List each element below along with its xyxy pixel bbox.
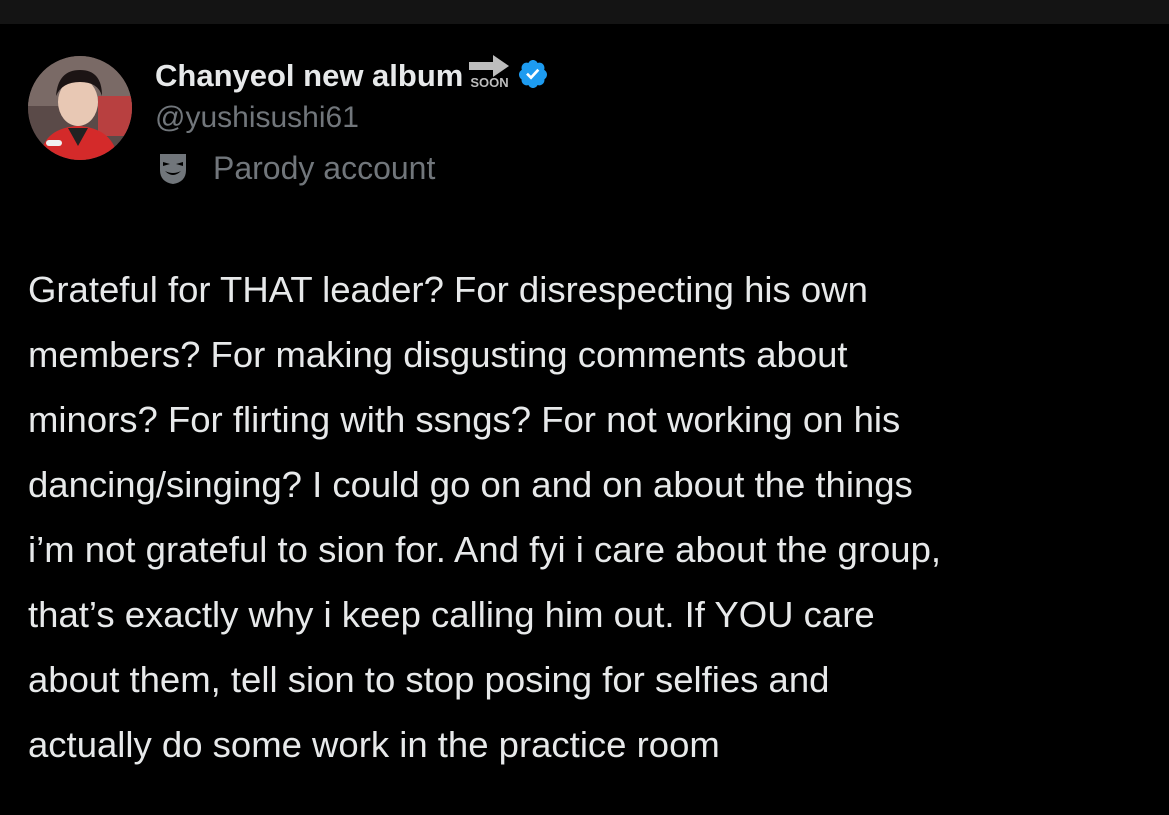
tweet: Chanyeol new album SOON @yushisushi61 Pa… [0, 24, 1169, 815]
verified-badge-icon[interactable] [517, 58, 549, 90]
display-name[interactable]: Chanyeol new album [155, 56, 463, 96]
top-bar [0, 0, 1169, 24]
soon-label: SOON [470, 75, 509, 90]
tweet-text: Grateful for THAT leader? For disrespect… [28, 257, 1148, 777]
parody-label-row: Parody account [155, 148, 549, 188]
tweet-line: actually do some work in the practice ro… [28, 724, 720, 765]
user-handle[interactable]: @yushisushi61 [155, 98, 549, 138]
avatar-image [28, 56, 132, 160]
tweet-line: about them, tell sion to stop posing for… [28, 659, 830, 700]
author-block: Chanyeol new album SOON @yushisushi61 Pa… [155, 52, 549, 188]
avatar[interactable] [28, 56, 132, 160]
tweet-line: dancing/singing? I could go on and on ab… [28, 464, 913, 505]
tweet-line: i’m not grateful to sion for. And fyi i … [28, 529, 942, 570]
tweet-line: Grateful for THAT leader? For disrespect… [28, 269, 868, 310]
name-row: Chanyeol new album SOON [155, 52, 549, 96]
tweet-line: members? For making disgusting comments … [28, 334, 848, 375]
tweet-line: minors? For flirting with ssngs? For not… [28, 399, 901, 440]
parody-label: Parody account [213, 150, 436, 186]
soon-arrow-icon: SOON [467, 54, 513, 92]
theater-mask-icon [160, 154, 186, 184]
tweet-line: that’s exactly why i keep calling him ou… [28, 594, 875, 635]
